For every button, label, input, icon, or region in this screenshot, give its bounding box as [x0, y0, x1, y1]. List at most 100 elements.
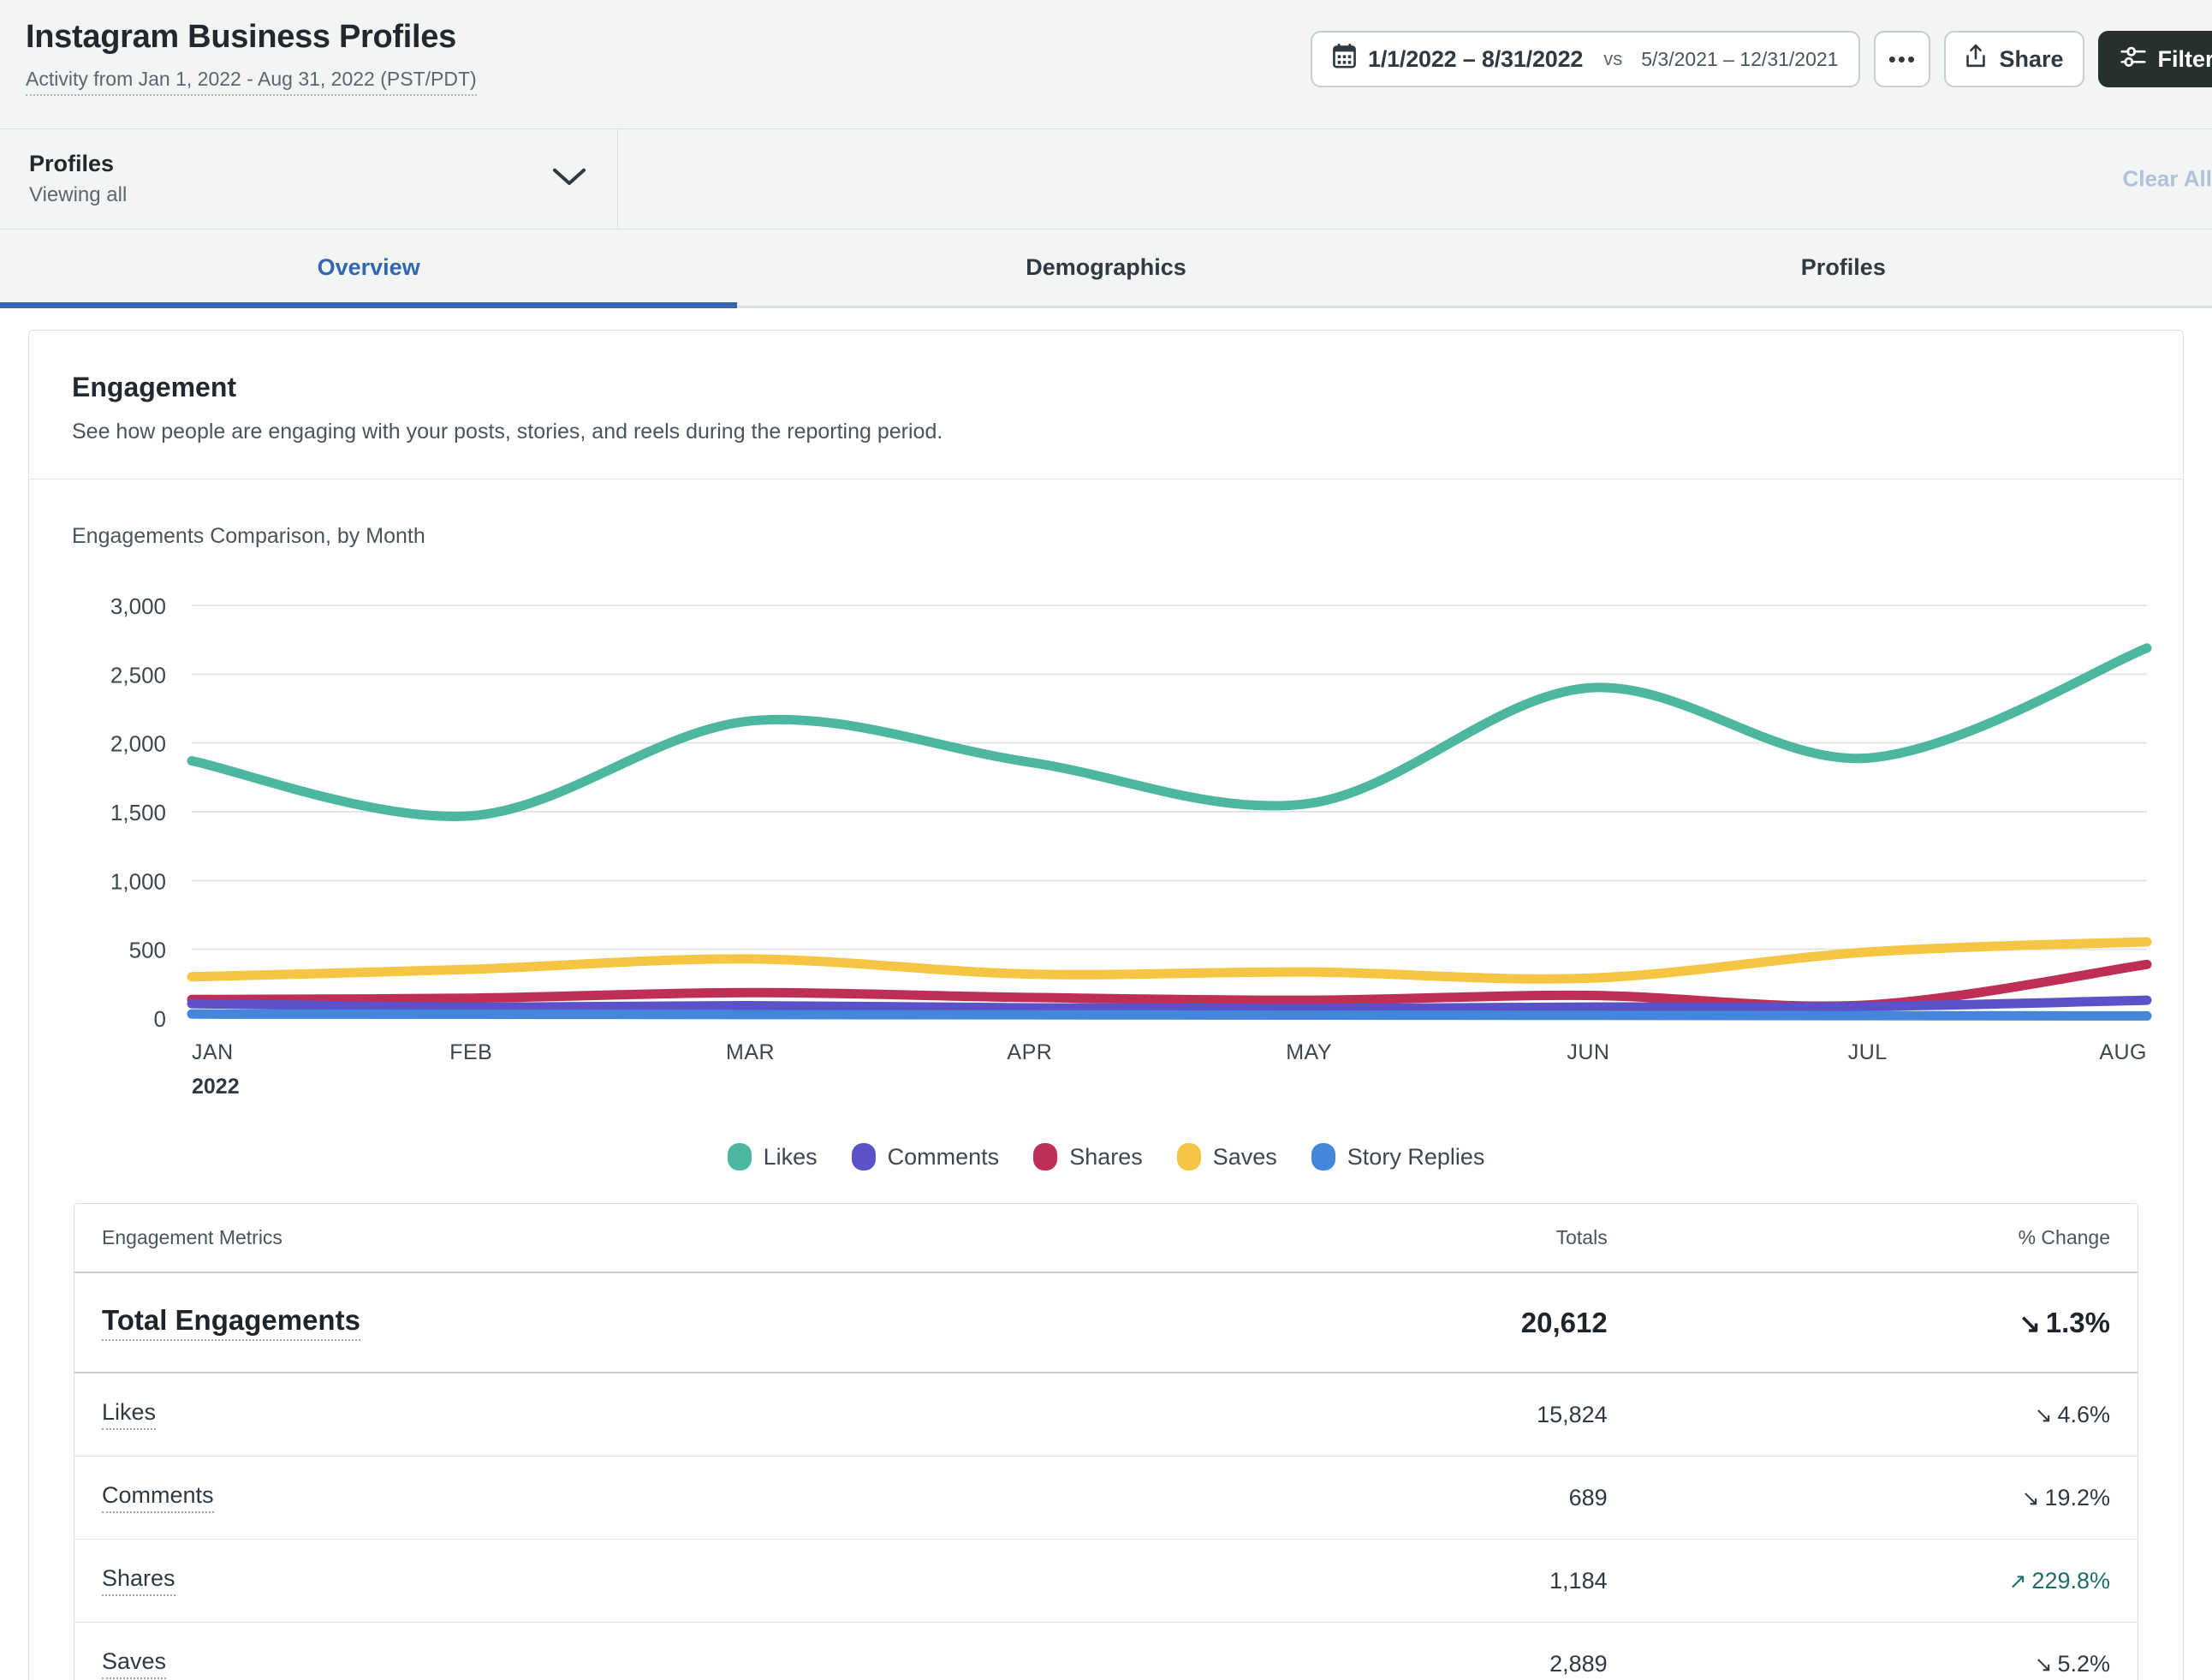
profiles-dropdown-text: Profiles Viewing all — [29, 151, 127, 207]
legend-item-story-replies[interactable]: Story Replies — [1311, 1143, 1485, 1171]
profiles-dropdown-value: Viewing all — [29, 183, 128, 206]
legend-label-comments: Comments — [887, 1143, 1000, 1170]
activity-period-label: Activity from Jan 1, 2022 - Aug 31, 2022… — [26, 68, 477, 96]
y-axis-tick-label: 1,000 — [110, 868, 166, 894]
legend-swatch-saves — [1176, 1143, 1201, 1171]
y-axis-tick-label: 500 — [129, 938, 166, 963]
engagement-chart-area: Engagements Comparison, by Month 0 500 1,0… — [29, 480, 2183, 1171]
metric-total-cell: 1,184 — [1549, 1567, 1608, 1594]
series-line-likes — [187, 643, 2152, 821]
metric-name-cell: Total Engagements — [74, 1272, 1252, 1373]
legend-item-saves[interactable]: Saves — [1176, 1143, 1277, 1171]
legend-swatch-comments — [851, 1143, 876, 1171]
x-axis-tick-label: APR — [1007, 1040, 1052, 1064]
legend-item-comments[interactable]: Comments — [851, 1143, 1000, 1171]
metric-link[interactable]: Shares — [102, 1565, 175, 1596]
y-axis-tick-label: 3,000 — [110, 593, 166, 619]
series-line-story-replies — [187, 1009, 2152, 1021]
sliders-icon — [2120, 45, 2146, 74]
calendar-icon — [1333, 44, 1356, 74]
filters-button[interactable]: Filters — [2097, 31, 2212, 87]
column-header-totals: Totals — [1555, 1226, 1608, 1248]
share-button[interactable]: Share — [1944, 31, 2084, 87]
profiles-dropdown-label: Profiles — [29, 151, 115, 176]
tab-profiles[interactable]: Profiles — [1475, 229, 2212, 306]
metric-change-cell: ↘ 1.3% — [2019, 1306, 2110, 1338]
tab-bar: Overview Demographics Profiles — [0, 229, 2212, 308]
x-axis-year-label: 2022 — [192, 1075, 240, 1099]
x-axis-tick-label: FEB — [449, 1040, 492, 1064]
column-header-metrics: Engagement Metrics — [102, 1226, 282, 1248]
y-axis-tick-label: 0 — [154, 1006, 166, 1032]
arrow-down-icon: ↘ — [2019, 1309, 2041, 1338]
metric-link[interactable]: Comments — [102, 1482, 214, 1513]
arrow-down-icon: ↘ — [2034, 1403, 2053, 1427]
legend-label-story-replies: Story Replies — [1347, 1143, 1485, 1170]
metric-link[interactable]: Saves — [102, 1648, 167, 1679]
metric-name-cell: Saves — [74, 1623, 1252, 1680]
legend-swatch-shares — [1033, 1143, 1058, 1171]
legend-item-shares[interactable]: Shares — [1033, 1143, 1143, 1171]
x-axis-tick-label: AUG — [2099, 1040, 2147, 1064]
table-row: Saves 2,889 ↘ 5.2% — [74, 1622, 2138, 1680]
share-button-label: Share — [1999, 45, 2064, 72]
app-header: Instagram Business Profiles Activity fro… — [0, 0, 2212, 128]
metric-total-cell: 15,824 — [1537, 1401, 1608, 1427]
arrow-up-icon: ↗ — [2008, 1570, 2027, 1594]
arrow-down-icon: ↘ — [2034, 1653, 2053, 1677]
x-axis-tick-label: MAY — [1286, 1040, 1332, 1064]
clear-all-button[interactable]: Clear All — [2122, 166, 2212, 193]
metrics-table-body: Total Engagements 20,612 ↘ 1.3% Likes 15,824 ↘… — [74, 1272, 2138, 1680]
more-options-button[interactable]: ••• — [1874, 31, 1931, 87]
chevron-down-icon — [552, 167, 586, 192]
metric-name-cell: Likes — [74, 1373, 1252, 1457]
legend-label-likes: Likes — [763, 1143, 818, 1170]
line-chart[interactable]: 0 500 1,000 1,500 2,000 2,500 3,000 JAN FEB MAR AP… — [29, 590, 2183, 1121]
tab-overview[interactable]: Overview — [0, 229, 738, 308]
x-axis-tick-label: JUL — [1848, 1040, 1888, 1064]
metric-change-cell: ↘ 4.6% — [2034, 1401, 2110, 1427]
x-axis-tick-label: JAN — [192, 1040, 234, 1064]
line-chart-svg: 0 500 1,000 1,500 2,000 2,500 3,000 JAN FEB MAR AP… — [110, 593, 2152, 1099]
metrics-table-head: Engagement Metrics Totals % Change — [74, 1204, 2138, 1272]
ellipsis-icon: ••• — [1888, 45, 1918, 72]
engagement-card-header: Engagement See how people are engaging w… — [29, 331, 2183, 480]
tab-demographics[interactable]: Demographics — [737, 229, 1474, 306]
metric-change-cell: ↘ 5.2% — [2034, 1650, 2110, 1677]
date-range-primary: 1/1/2022 – 8/31/2022 — [1368, 45, 1584, 72]
x-axis-tick-label: MAR — [726, 1040, 775, 1064]
metric-link[interactable]: Total Engagements — [102, 1304, 360, 1341]
series-line-saves — [187, 937, 2152, 984]
metric-name-cell: Shares — [74, 1540, 1252, 1623]
metric-total-cell: 20,612 — [1520, 1306, 1608, 1338]
legend-swatch-likes — [727, 1143, 752, 1171]
page-title: Instagram Business Profiles — [26, 19, 456, 55]
metrics-total-row: Total Engagements 20,612 ↘ 1.3% — [74, 1272, 2138, 1373]
legend-swatch-story-replies — [1311, 1143, 1335, 1171]
engagement-metrics-table: Engagement Metrics Totals % Change Total… — [74, 1203, 2138, 1680]
chart-legend: Likes Comments Shares Saves Story Replie… — [29, 1143, 2183, 1171]
share-upload-icon — [1965, 44, 1987, 74]
metric-link[interactable]: Likes — [102, 1399, 157, 1430]
engagement-card: Engagement See how people are engaging w… — [28, 330, 2184, 1680]
profiles-dropdown[interactable]: Profiles Viewing all — [0, 129, 618, 229]
chart-title: Engagements Comparison, by Month — [72, 524, 425, 548]
metric-name-cell: Comments — [74, 1457, 1252, 1540]
metric-change-cell: ↘ 19.2% — [2021, 1484, 2110, 1510]
legend-label-saves: Saves — [1212, 1143, 1277, 1170]
legend-label-shares: Shares — [1069, 1143, 1143, 1170]
metric-change-cell: ↗ 229.8% — [2008, 1567, 2110, 1594]
table-row: Comments 689 ↘ 19.2% — [74, 1456, 2138, 1540]
y-axis-tick-label: 2,000 — [110, 731, 166, 757]
arrow-down-icon: ↘ — [2021, 1486, 2040, 1510]
date-range-comparison: 5/3/2021 – 12/31/2021 — [1641, 47, 1839, 70]
filter-bar: Profiles Viewing all Clear All — [0, 128, 2212, 229]
y-axis-tick-label: 2,500 — [110, 662, 166, 688]
engagement-title: Engagement — [72, 372, 237, 402]
y-axis-tick-label: 1,500 — [110, 800, 166, 825]
metric-total-cell: 2,889 — [1549, 1650, 1608, 1677]
metrics-table: Engagement Metrics Totals % Change Total… — [74, 1204, 2138, 1680]
column-header-change: % Change — [2018, 1226, 2110, 1248]
date-range-button[interactable]: 1/1/2022 – 8/31/2022 vs 5/3/2021 – 12/31… — [1311, 31, 1861, 87]
legend-item-likes[interactable]: Likes — [727, 1143, 818, 1171]
